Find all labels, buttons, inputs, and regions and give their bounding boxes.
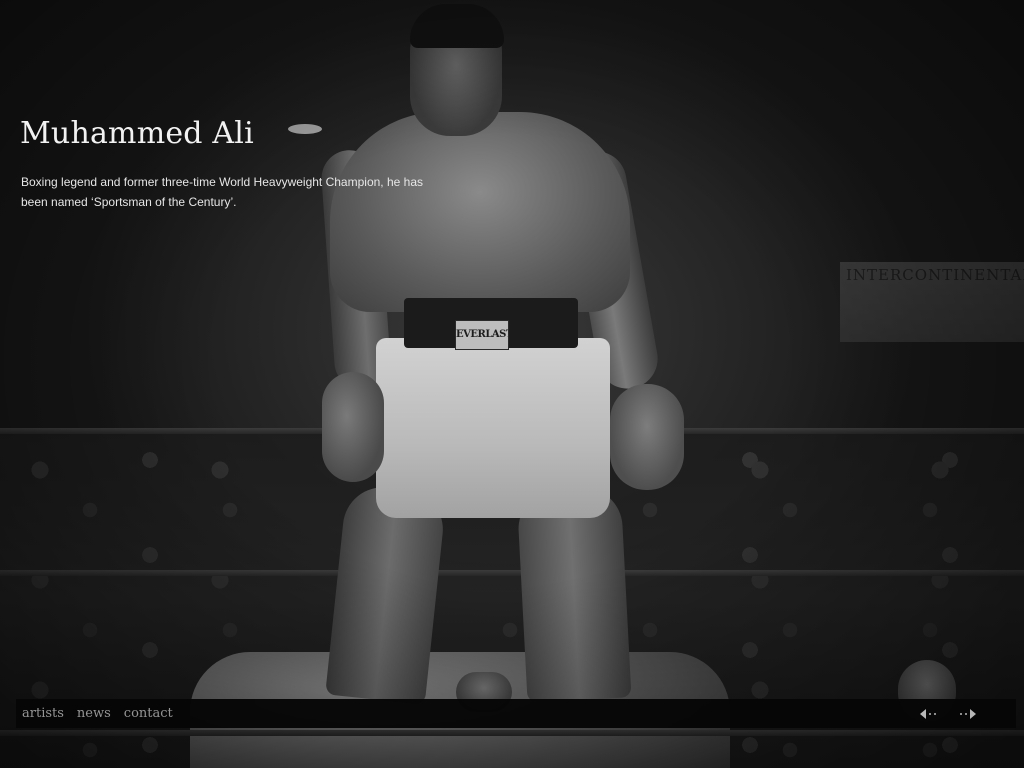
arrow-dot bbox=[929, 712, 931, 715]
nav-link-contact[interactable]: contact bbox=[124, 706, 173, 721]
arrow-dot bbox=[960, 712, 962, 715]
hero-description: Boxing legend and former three-time Worl… bbox=[21, 175, 423, 209]
next-triangle bbox=[970, 708, 976, 719]
boxing-glove-right bbox=[610, 384, 684, 490]
boxer-hair bbox=[410, 4, 504, 48]
slide-arrows bbox=[920, 699, 976, 728]
ceiling-light bbox=[288, 124, 322, 134]
nav-link-news[interactable]: news bbox=[77, 706, 111, 721]
nav-link-artists[interactable]: artists bbox=[22, 706, 64, 721]
ring-rope bbox=[0, 570, 1024, 576]
ring-rope bbox=[0, 730, 1024, 736]
previous-triangle bbox=[920, 708, 926, 719]
nav-links: artists news contact bbox=[22, 699, 173, 728]
bottom-nav-bar: artists news contact bbox=[16, 699, 1016, 728]
previous-arrow-icon[interactable] bbox=[920, 708, 936, 719]
arrow-dot bbox=[934, 712, 936, 715]
next-arrow-icon[interactable] bbox=[960, 708, 976, 719]
hero-title: Muhammed Ali bbox=[20, 116, 254, 151]
page: INTERCONTINENTAL ROBERTA HILO and ARENA … bbox=[0, 0, 1024, 768]
boxer-torso bbox=[330, 112, 630, 312]
boxer-shorts bbox=[376, 338, 610, 518]
boxing-glove-left bbox=[322, 372, 384, 482]
trunks-brand-label: EVERLAST bbox=[455, 320, 509, 350]
arena-banner: INTERCONTINENTAL ROBERTA HILO and ARENA bbox=[840, 262, 1024, 342]
arena-banner-text: INTERCONTINENTAL ROBERTA HILO and ARENA bbox=[846, 266, 1024, 284]
arrow-dot bbox=[965, 712, 967, 715]
